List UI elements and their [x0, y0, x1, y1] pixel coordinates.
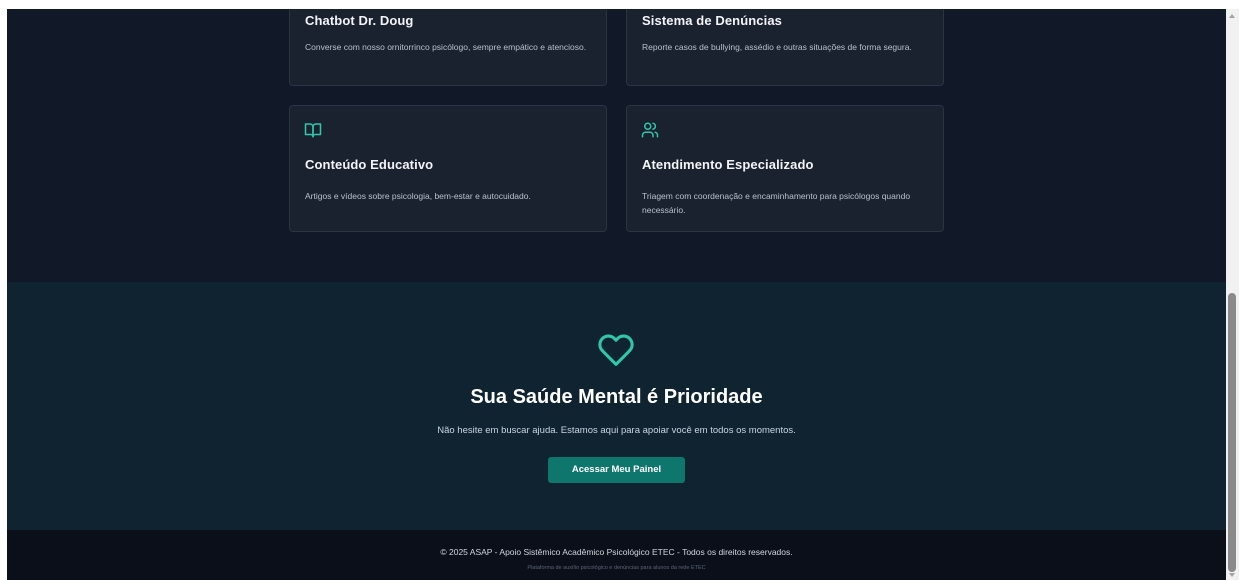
scroll-up-arrow-icon[interactable] — [1229, 14, 1235, 18]
browser-viewport: Chatbot Dr. Doug Converse com nosso orni… — [0, 0, 1239, 580]
feature-card-title: Atendimento Especializado — [642, 157, 814, 172]
feature-card-title: Conteúdo Educativo — [305, 157, 434, 172]
site-footer: © 2025 ASAP - Apoio Sistêmico Acadêmico … — [7, 530, 1226, 580]
feature-card-description: Converse com nosso ornitorrinco psicólog… — [305, 42, 587, 52]
footer-copyright: © 2025 ASAP - Apoio Sistêmico Acadêmico … — [440, 547, 793, 557]
feature-card-title: Sistema de Denúncias — [642, 13, 782, 28]
feature-card-description: Reporte casos de bullying, assédio e out… — [642, 42, 912, 52]
scroll-down-arrow-icon[interactable] — [1229, 573, 1235, 577]
users-icon — [641, 121, 659, 139]
footer-tagline: Plataforma de auxílio psicológico e denú… — [527, 565, 706, 571]
feature-card-atendimento-especializado[interactable]: Atendimento Especializado Triagem com co… — [626, 105, 944, 232]
vertical-scrollbar[interactable] — [1226, 9, 1239, 580]
scrollbar-thumb[interactable] — [1228, 293, 1236, 572]
cta-heading: Sua Saúde Mental é Prioridade — [470, 386, 763, 408]
feature-card-denuncias[interactable]: Sistema de Denúncias Reporte casos de bu… — [626, 9, 944, 86]
access-dashboard-button[interactable]: Acessar Meu Painel — [548, 457, 685, 483]
mental-health-cta-section: Sua Saúde Mental é Prioridade Não hesite… — [7, 282, 1226, 530]
heart-icon — [597, 333, 635, 367]
cta-subtitle: Não hesite em buscar ajuda. Estamos aqui… — [437, 425, 796, 436]
page-content: Chatbot Dr. Doug Converse com nosso orni… — [7, 9, 1226, 580]
book-open-icon — [304, 121, 322, 139]
feature-card-chatbot[interactable]: Chatbot Dr. Doug Converse com nosso orni… — [289, 9, 607, 86]
feature-card-description: Triagem com coordenação e encaminhamento… — [642, 191, 911, 215]
features-section: Chatbot Dr. Doug Converse com nosso orni… — [7, 9, 1226, 282]
feature-card-conteudo-educativo[interactable]: Conteúdo Educativo Artigos e vídeos sobr… — [289, 105, 607, 232]
feature-card-title: Chatbot Dr. Doug — [305, 13, 414, 28]
feature-card-description: Artigos e vídeos sobre psicologia, bem-e… — [305, 191, 531, 201]
